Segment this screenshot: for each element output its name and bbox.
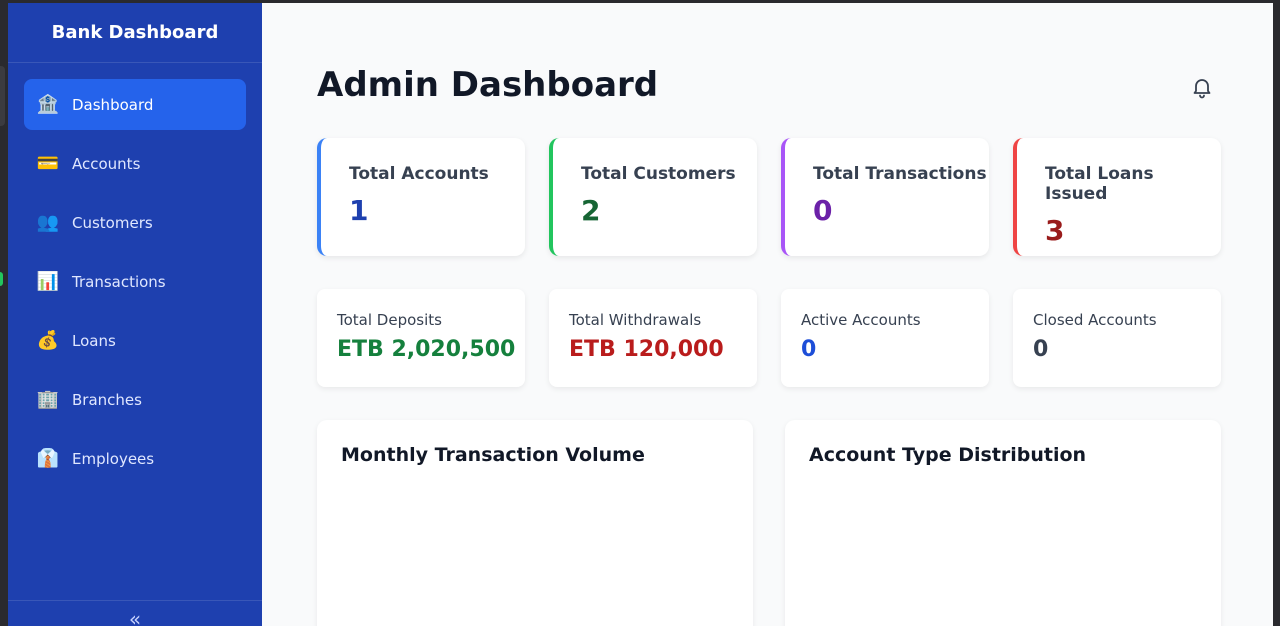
sidebar: Bank Dashboard 🏦 Dashboard 💳 Accounts 👥 … bbox=[8, 3, 262, 626]
page-title: Admin Dashboard bbox=[317, 65, 659, 105]
sidebar-item-accounts[interactable]: 💳 Accounts bbox=[24, 138, 246, 189]
summary-cards: Total Deposits ETB 2,020,500 Total Withd… bbox=[317, 289, 1221, 387]
panel-title: Monthly Transaction Volume bbox=[341, 444, 645, 466]
sidebar-item-label: Customers bbox=[72, 213, 153, 232]
stat-value: 3 bbox=[1045, 214, 1065, 247]
panel-monthly-transaction-volume: Monthly Transaction Volume bbox=[317, 420, 753, 626]
window-tab-stub bbox=[0, 66, 5, 126]
credit-card-icon: 💳 bbox=[36, 153, 60, 174]
summary-value: 0 bbox=[801, 337, 817, 362]
sidebar-item-label: Dashboard bbox=[72, 95, 154, 114]
bar-chart-icon: 📊 bbox=[36, 271, 60, 292]
summary-label: Active Accounts bbox=[801, 311, 921, 329]
stat-label: Total Transactions bbox=[813, 164, 987, 184]
stat-label: Total Customers bbox=[581, 164, 736, 184]
necktie-icon: 👔 bbox=[36, 448, 60, 469]
collapse-chevron-icon: « bbox=[128, 607, 142, 626]
sidebar-item-transactions[interactable]: 📊 Transactions bbox=[24, 256, 246, 307]
chart-panels: Monthly Transaction Volume Account Type … bbox=[317, 420, 1221, 626]
summary-label: Total Deposits bbox=[337, 311, 442, 329]
sidebar-item-label: Loans bbox=[72, 331, 116, 350]
summary-value: ETB 120,000 bbox=[569, 337, 724, 362]
summary-label: Closed Accounts bbox=[1033, 311, 1157, 329]
sidebar-item-customers[interactable]: 👥 Customers bbox=[24, 197, 246, 248]
notification-button[interactable] bbox=[1190, 75, 1214, 99]
building-icon: 🏢 bbox=[36, 389, 60, 410]
main-content: Admin Dashboard Total Accounts 1 Total C… bbox=[262, 3, 1273, 626]
sidebar-item-label: Transactions bbox=[72, 272, 166, 291]
summary-card-deposits: Total Deposits ETB 2,020,500 bbox=[317, 289, 525, 387]
panel-account-type-distribution: Account Type Distribution bbox=[785, 420, 1221, 626]
status-indicator bbox=[0, 272, 3, 286]
money-bag-icon: 💰 bbox=[36, 330, 60, 351]
app-window: Bank Dashboard 🏦 Dashboard 💳 Accounts 👥 … bbox=[8, 3, 1273, 626]
stat-card-total-transactions: Total Transactions 0 bbox=[781, 138, 989, 256]
window-left-edge bbox=[0, 0, 8, 626]
summary-card-active-accounts: Active Accounts 0 bbox=[781, 289, 989, 387]
sidebar-item-loans[interactable]: 💰 Loans bbox=[24, 315, 246, 366]
stat-value: 1 bbox=[349, 194, 369, 227]
summary-card-closed-accounts: Closed Accounts 0 bbox=[1013, 289, 1221, 387]
sidebar-item-dashboard[interactable]: 🏦 Dashboard bbox=[24, 79, 246, 130]
stat-value: 0 bbox=[813, 194, 833, 227]
sidebar-item-label: Branches bbox=[72, 390, 142, 409]
stat-card-total-customers: Total Customers 2 bbox=[549, 138, 757, 256]
stat-cards: Total Accounts 1 Total Customers 2 Total… bbox=[317, 138, 1221, 256]
sidebar-collapse-button[interactable]: « bbox=[8, 600, 262, 626]
sidebar-item-employees[interactable]: 👔 Employees bbox=[24, 433, 246, 484]
summary-value: 0 bbox=[1033, 337, 1049, 362]
sidebar-item-branches[interactable]: 🏢 Branches bbox=[24, 374, 246, 425]
brand-title: Bank Dashboard bbox=[8, 3, 262, 63]
bank-icon: 🏦 bbox=[36, 94, 60, 115]
bell-icon bbox=[1193, 79, 1211, 99]
users-icon: 👥 bbox=[36, 212, 60, 233]
stat-label: Total Accounts bbox=[349, 164, 489, 184]
stat-label: Total Loans Issued bbox=[1045, 164, 1154, 204]
sidebar-item-label: Employees bbox=[72, 449, 155, 468]
summary-card-withdrawals: Total Withdrawals ETB 120,000 bbox=[549, 289, 757, 387]
panel-title: Account Type Distribution bbox=[809, 444, 1087, 466]
stat-card-total-accounts: Total Accounts 1 bbox=[317, 138, 525, 256]
summary-value: ETB 2,020,500 bbox=[337, 337, 516, 362]
stat-card-total-loans: Total Loans Issued 3 bbox=[1013, 138, 1221, 256]
window-right-edge bbox=[1273, 0, 1280, 626]
sidebar-item-label: Accounts bbox=[72, 154, 141, 173]
stat-value: 2 bbox=[581, 194, 601, 227]
summary-label: Total Withdrawals bbox=[569, 311, 702, 329]
sidebar-nav: 🏦 Dashboard 💳 Accounts 👥 Customers 📊 Tra… bbox=[8, 63, 262, 484]
